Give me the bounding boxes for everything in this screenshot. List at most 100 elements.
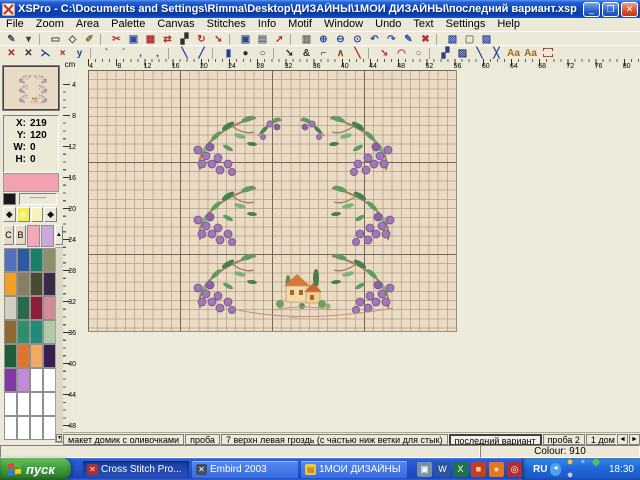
mirror-button[interactable]: ▞ <box>176 33 193 46</box>
palette-swatch[interactable] <box>30 248 43 272</box>
separator[interactable] <box>168 48 174 59</box>
redo-button[interactable]: ↷ <box>383 33 400 46</box>
tray-collapse-chevron[interactable]: ◄ <box>550 463 560 476</box>
pattern-tab[interactable]: 1 дом (не весь для стыковки) <box>586 434 616 445</box>
quarter-stitch-tl-button[interactable]: ` <box>98 47 115 60</box>
palette-swatch[interactable] <box>4 344 17 368</box>
pattern-tab[interactable]: проба 2 <box>543 434 585 445</box>
straight-stitch-button[interactable]: ╲ <box>349 47 366 60</box>
zoom-100-button[interactable]: ⊙ <box>349 33 366 46</box>
monitor-icon[interactable]: ▣ <box>417 462 432 477</box>
paste-button[interactable]: ▦ <box>142 33 159 46</box>
freehand-select-button[interactable]: ✐ <box>81 33 98 46</box>
zoom-out-button[interactable]: ⊖ <box>332 33 349 46</box>
palette-swatch[interactable] <box>30 368 43 392</box>
quarter-stitch-br-button[interactable]: ‚ <box>149 47 166 60</box>
pattern-preview[interactable] <box>3 66 59 110</box>
target-app-icon[interactable]: ◎ <box>507 462 522 477</box>
palette-swatch[interactable] <box>17 344 30 368</box>
separator[interactable] <box>100 34 106 45</box>
menu-item[interactable]: Zoom <box>30 18 70 31</box>
palette-swatch[interactable] <box>4 368 17 392</box>
symbol-diamond-button[interactable]: ◆ <box>44 207 57 222</box>
separator[interactable] <box>273 48 279 59</box>
palette-swatch[interactable] <box>30 344 43 368</box>
palette-swatch[interactable] <box>4 416 17 440</box>
close-button[interactable]: ✕ <box>621 2 638 17</box>
palette-swatch[interactable] <box>4 392 17 416</box>
separator[interactable] <box>90 48 96 59</box>
screen-view-button[interactable]: ▣ <box>237 33 254 46</box>
start-button[interactable]: пуск <box>0 458 71 480</box>
menu-item[interactable]: Area <box>70 18 105 31</box>
palette-swatch[interactable] <box>4 272 17 296</box>
couching-button[interactable]: ⌐ <box>315 47 332 60</box>
menu-item[interactable]: Text <box>407 18 439 31</box>
menu-item[interactable]: Help <box>491 18 526 31</box>
pen-button[interactable]: ✎ <box>400 33 417 46</box>
y-stitch-button[interactable]: y <box>71 47 88 60</box>
poly-select-button[interactable]: ◇ <box>64 33 81 46</box>
lazy-daisy-button[interactable]: & <box>298 47 315 60</box>
palette-scroll-down[interactable]: ▼ <box>56 434 62 442</box>
palette-c-button[interactable]: C <box>3 225 14 245</box>
petite-cross-button[interactable]: × <box>54 47 71 60</box>
menu-item[interactable]: Motif <box>282 18 318 31</box>
palette-swatch[interactable] <box>17 392 30 416</box>
palette-swatch[interactable] <box>30 416 43 440</box>
motif-library-button[interactable]: ▞ <box>437 47 454 60</box>
zoom-in-button[interactable]: ⊕ <box>315 33 332 46</box>
half-stitch-button[interactable]: ✕ <box>20 47 37 60</box>
fly-stitch-button[interactable]: ∧ <box>332 47 349 60</box>
palette-swatch[interactable] <box>17 248 30 272</box>
menu-item[interactable]: File <box>0 18 30 31</box>
full-cross-stitch-button[interactable]: ✕ <box>3 47 20 60</box>
separator[interactable] <box>229 34 235 45</box>
stitch-grid-canvas[interactable] <box>88 70 457 332</box>
brush-tool-button[interactable]: ✎ <box>3 33 20 46</box>
menu-item[interactable]: Window <box>318 18 369 31</box>
menu-item[interactable]: Stitches <box>201 18 252 31</box>
tray-app-icon[interactable]: ▪ <box>577 456 590 469</box>
tab-scroll-left[interactable]: ◄ <box>617 434 628 445</box>
text-small-button[interactable]: Aa <box>505 47 522 60</box>
vertical-stitch-button[interactable]: ▮ <box>220 47 237 60</box>
circle-stitch-button[interactable]: ○ <box>410 47 427 60</box>
backstitch-down-button[interactable]: ╲ <box>176 47 193 60</box>
separator[interactable] <box>212 48 218 59</box>
undo-button[interactable]: ↶ <box>366 33 383 46</box>
menu-item[interactable]: Canvas <box>151 18 200 31</box>
move-button[interactable]: ➘ <box>210 33 227 46</box>
word-icon[interactable]: W <box>435 462 450 477</box>
palette-swatch[interactable] <box>17 272 30 296</box>
tab-scroll-right[interactable]: ► <box>629 434 640 445</box>
palette-b-button[interactable]: B <box>15 225 26 245</box>
palette-swatch[interactable] <box>17 320 30 344</box>
palette-swatch[interactable] <box>4 296 17 320</box>
menu-item[interactable]: Settings <box>440 18 492 31</box>
rect-select-button[interactable]: ▭ <box>47 33 64 46</box>
hatch-1-button[interactable]: ╲ <box>471 47 488 60</box>
cut-button[interactable]: ✂ <box>108 33 125 46</box>
palette-swatch[interactable] <box>30 296 43 320</box>
curve-stitch-button[interactable]: ➘ <box>376 47 393 60</box>
tray-coin-icon[interactable]: ● <box>564 456 577 469</box>
menu-item[interactable]: Undo <box>369 18 407 31</box>
pointer-button[interactable]: ➚ <box>271 33 288 46</box>
separator[interactable] <box>429 48 435 59</box>
palette-swatch[interactable] <box>17 368 30 392</box>
delete-button[interactable]: ✖ <box>417 33 434 46</box>
palette-swatch[interactable] <box>27 225 40 247</box>
black-symbol-swatch[interactable] <box>3 193 16 205</box>
selection-marquee-button[interactable] <box>539 47 556 60</box>
palette-swatch[interactable] <box>4 320 17 344</box>
print-button[interactable]: ▤ <box>254 33 271 46</box>
language-indicator[interactable]: RU <box>533 464 547 475</box>
menu-item[interactable]: Palette <box>105 18 151 31</box>
pattern-tab[interactable]: последний вариант <box>449 434 542 446</box>
flip-button[interactable]: ⇄ <box>159 33 176 46</box>
palette-swatch[interactable] <box>30 320 43 344</box>
excel-icon[interactable]: X <box>453 462 468 477</box>
brush-dropdown[interactable]: ▾ <box>20 33 37 46</box>
task-moi-dizainy-folder[interactable]: ▤1МОИ ДИЗАЙНЫ <box>301 461 407 478</box>
